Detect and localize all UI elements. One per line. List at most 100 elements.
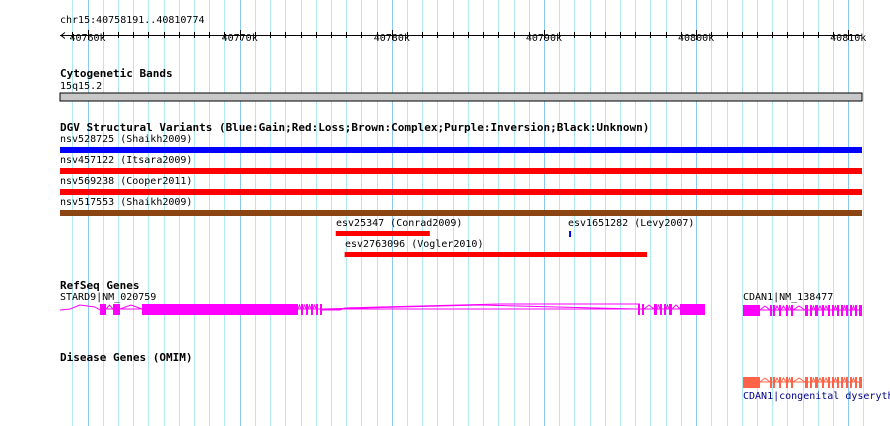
omim-cdan1-exon[interactable]: [855, 377, 857, 388]
omim-cdan1-exon[interactable]: [832, 377, 834, 388]
gene-label[interactable]: STARD9|NM_020759: [60, 292, 156, 303]
dgv-variant-bar[interactable]: [60, 210, 862, 216]
stard9-intron-hat: [307, 303, 312, 310]
cdan1-exon[interactable]: [805, 305, 808, 316]
stard9-exon[interactable]: [301, 304, 303, 315]
omim-cdan1-intron-hat: [759, 377, 771, 383]
omim-gene-label[interactable]: CDAN1|congenital dyserythropoietic anemi…: [743, 391, 890, 402]
stard9-exon[interactable]: [311, 304, 313, 315]
ruler-tick-label: 40790k: [525, 33, 562, 44]
cdan1-exon[interactable]: [850, 305, 852, 316]
stard9-exon[interactable]: [664, 304, 666, 315]
cdan1-exon[interactable]: [859, 305, 862, 316]
omim-cdan1-exon[interactable]: [810, 377, 812, 388]
omim-track-title: Disease Genes (OMIM): [60, 351, 193, 364]
omim-cdan1-exon[interactable]: [837, 377, 839, 388]
cdan1-exon[interactable]: [828, 305, 830, 316]
cdan1-intron-hat: [833, 304, 838, 311]
cdan1-exon[interactable]: [846, 305, 848, 316]
cytoband-track-title: Cytogenetic Bands: [60, 67, 173, 80]
dgv-feature-label[interactable]: esv2763096 (Vogler2010): [345, 239, 483, 250]
dgv-variant-bar[interactable]: [569, 231, 572, 237]
omim-cdan1-exon[interactable]: [743, 377, 760, 388]
ruler-tick-label: 40800k: [678, 33, 715, 44]
cdan1-exon[interactable]: [743, 305, 760, 316]
stard9-intron-hat: [656, 303, 661, 310]
stard9-intron-hat: [643, 304, 655, 310]
dgv-variant-bar[interactable]: [335, 231, 430, 236]
cdan1-exon[interactable]: [855, 305, 857, 316]
cdan1-exon[interactable]: [779, 305, 781, 316]
stard9-intron-hat: [302, 303, 307, 310]
stard9-exon[interactable]: [142, 304, 298, 315]
stard9-exon[interactable]: [654, 304, 657, 315]
stard9-intron-hat: [312, 303, 317, 310]
stard9-intron-hat: [119, 304, 143, 310]
omim-cdan1-intron-hat: [811, 376, 816, 383]
cdan1-exon[interactable]: [810, 305, 812, 316]
stard9-exon[interactable]: [669, 304, 672, 315]
omim-cdan1-exon[interactable]: [791, 377, 793, 388]
dgv-variant-bar[interactable]: [60, 168, 862, 174]
stard9-exon[interactable]: [680, 304, 705, 315]
cdan1-exon[interactable]: [773, 305, 775, 316]
stard9-exon[interactable]: [113, 304, 120, 315]
omim-cdan1-intron-hat: [787, 376, 792, 383]
omim-cdan1-intron-hat: [833, 376, 838, 383]
omim-cdan1-exon[interactable]: [779, 377, 781, 388]
dgv-feature-label[interactable]: nsv517553 (Shaikh2009): [60, 197, 192, 208]
ruler-tick-label: 40810k: [830, 33, 867, 44]
dgv-feature-label[interactable]: nsv528725 (Shaikh2009): [60, 134, 192, 145]
cdan1-exon[interactable]: [822, 305, 824, 316]
omim-cdan1-exon[interactable]: [805, 377, 808, 388]
dgv-variant-bar[interactable]: [60, 147, 862, 153]
omim-cdan1-exon[interactable]: [850, 377, 852, 388]
dgv-feature-label[interactable]: nsv569238 (Cooper2011): [60, 176, 192, 187]
omim-cdan1-exon[interactable]: [859, 377, 862, 388]
cdan1-exon[interactable]: [815, 305, 818, 316]
dgv-variant-bar[interactable]: [344, 252, 648, 257]
omim-cdan1-exon[interactable]: [841, 377, 843, 388]
stard9-exon[interactable]: [320, 304, 322, 315]
omim-cdan1-intron-hat: [851, 376, 856, 383]
stard9-exon[interactable]: [660, 304, 662, 315]
ruler-tick-label: 40760k: [69, 33, 106, 44]
cdan1-exon[interactable]: [837, 305, 839, 316]
omim-cdan1-intron-hat: [842, 376, 847, 383]
cdan1-intron-hat: [811, 304, 816, 311]
dgv-feature-label[interactable]: esv1651282 (Levy2007): [568, 218, 694, 229]
stard9-intron-hat: [105, 304, 114, 310]
cdan1-exon[interactable]: [786, 305, 788, 316]
gene-label[interactable]: CDAN1|NM_138477: [743, 292, 833, 303]
stard9-exon[interactable]: [642, 304, 644, 315]
region-label: chr15:40758191..40810774: [60, 15, 205, 26]
omim-cdan1-exon[interactable]: [786, 377, 788, 388]
cdan1-intron-hat: [823, 304, 829, 311]
cdan1-exon[interactable]: [832, 305, 834, 316]
omim-cdan1-intron-hat: [780, 377, 787, 383]
omim-cdan1-exon[interactable]: [773, 377, 775, 388]
stard9-exon[interactable]: [316, 304, 318, 315]
stard9-intron: [59, 304, 101, 311]
cdan1-intron-hat: [851, 304, 856, 311]
dgv-feature-label[interactable]: esv25347 (Conrad2009): [336, 218, 462, 229]
dgv-variant-bar[interactable]: [60, 189, 862, 195]
stard9-exon[interactable]: [638, 304, 640, 315]
omim-cdan1-exon[interactable]: [822, 377, 824, 388]
cdan1-intron-hat: [759, 305, 771, 311]
ruler-tick-label: 40770k: [221, 33, 258, 44]
cdan1-exon[interactable]: [841, 305, 843, 316]
cdan1-exon[interactable]: [770, 305, 772, 316]
omim-cdan1-exon[interactable]: [828, 377, 830, 388]
ruler-tick-label: 40780k: [373, 33, 410, 44]
stard9-exon[interactable]: [306, 304, 308, 315]
dgv-track-title: DGV Structural Variants (Blue:Gain;Red:L…: [60, 121, 650, 134]
cdan1-exon[interactable]: [791, 305, 793, 316]
omim-cdan1-exon[interactable]: [770, 377, 772, 388]
genome-browser-panel: chr15:40758191..40810774 40760k 40770k 407…: [0, 0, 890, 426]
omim-cdan1-exon[interactable]: [846, 377, 848, 388]
stard9-exon[interactable]: [100, 304, 106, 315]
cdan1-intron-hat: [842, 304, 847, 311]
omim-cdan1-exon[interactable]: [815, 377, 818, 388]
dgv-feature-label[interactable]: nsv457122 (Itsara2009): [60, 155, 192, 166]
